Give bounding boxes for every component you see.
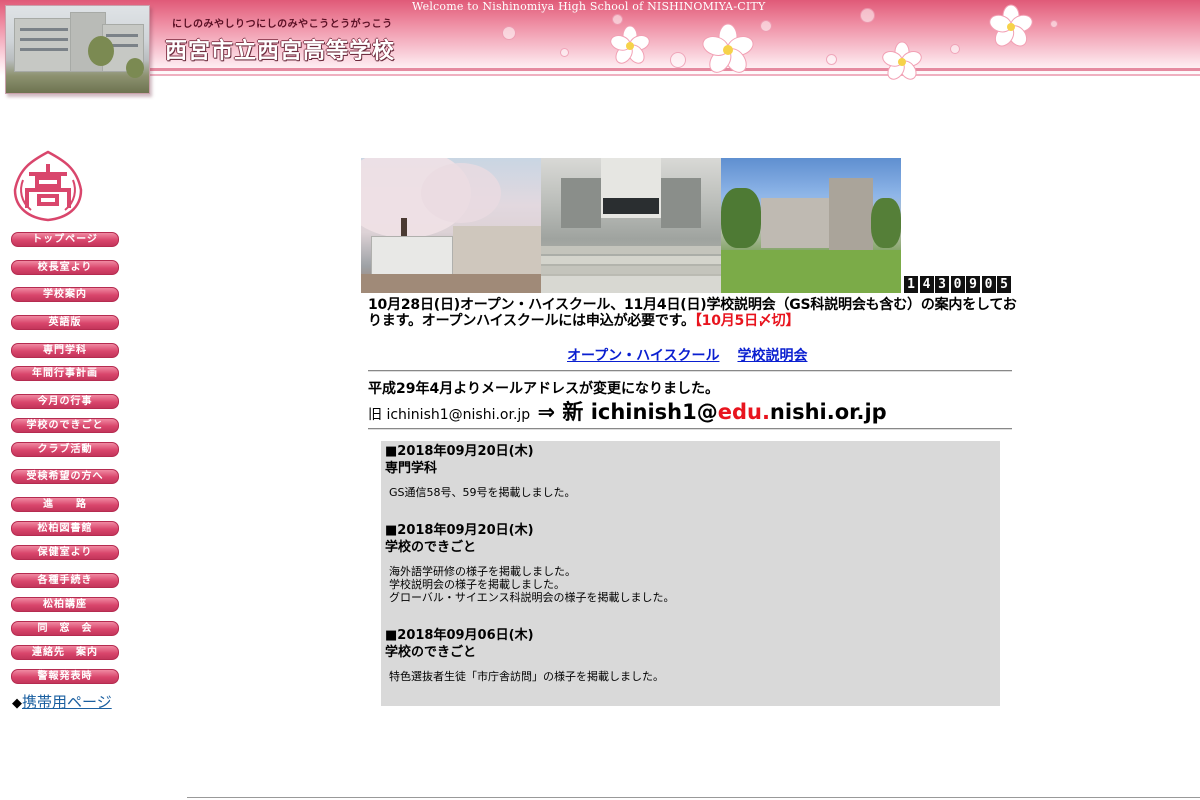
new-email-suffix: nishi.or.jp xyxy=(769,400,887,424)
counter-digit: 4 xyxy=(919,276,934,293)
news-category: 専門学科 xyxy=(385,461,438,476)
new-email-highlight: edu. xyxy=(717,400,770,424)
news-line: 特色選抜者生徒「市庁舎訪問」の様子を掲載しました。 xyxy=(389,670,664,683)
news-panel: ■2018年09月20日(木) 専門学科 GS通信58号、59号を掲載しました。… xyxy=(381,441,1000,706)
visitor-counter: 1 4 3 0 9 0 5 xyxy=(904,276,1013,293)
welcome-text: Welcome to Nishinomiya High School of NI… xyxy=(412,0,766,13)
event-links: オープン・ハイスクール 学校説明会 xyxy=(567,345,825,365)
old-email-prefix: 旧 xyxy=(368,407,387,423)
news-line: グローバル・サイエンス科説明会の様子を掲載しました。 xyxy=(389,591,675,604)
school-name-title: 西宮市立西宮高等学校 xyxy=(165,38,396,64)
nav-monthly-events-button[interactable]: 今月の行事 xyxy=(11,394,119,409)
school-courtyard-photo xyxy=(721,158,901,293)
new-email-prefix: 新 ichinish1@ xyxy=(562,400,718,424)
news-date: ■2018年09月20日(木) xyxy=(385,523,534,538)
nav-principal-button[interactable]: 校長室より xyxy=(11,260,119,275)
decor-bubble xyxy=(502,26,516,40)
cherry-blossom-icon xyxy=(702,23,754,73)
news-date: ■2018年09月06日(木) xyxy=(385,628,534,643)
footer-divider xyxy=(187,797,1200,798)
email-change-notice: 平成29年4月よりメールアドレスが変更になりました。 xyxy=(368,381,719,397)
arrow-icon: ⇒ xyxy=(530,400,563,424)
counter-digit: 5 xyxy=(997,276,1011,293)
nav-annual-events-button[interactable]: 年間行事計画 xyxy=(11,366,119,381)
school-hall-stairs-photo xyxy=(541,158,721,293)
school-name-kana: にしのみやしりつにしのみやこうとうがっこう xyxy=(172,19,393,30)
news-body: GS通信58号、59号を掲載しました。 xyxy=(385,486,985,499)
counter-digit: 1 xyxy=(904,276,918,293)
nav-alumni-button[interactable]: 同 窓 会 xyxy=(11,621,119,636)
news-item: ■2018年09月20日(木) 学校のできごと 海外語学研修の様子を掲載しました… xyxy=(385,522,985,604)
nav-shohaku-lecture-button[interactable]: 松柏講座 xyxy=(11,597,119,612)
nav-contact-button[interactable]: 連絡先 案内 xyxy=(11,645,119,660)
notice-text: 10月28日(日)オープン・ハイスクール、11月4日(日)学校説明会（GS科説明… xyxy=(368,297,1017,329)
diamond-bullet-icon: ◆ xyxy=(12,696,22,711)
cherry-blossom-icon xyxy=(882,41,922,80)
counter-digit: 0 xyxy=(981,276,996,293)
nav-school-guide-button[interactable]: 学校案内 xyxy=(11,287,119,302)
nav-clubs-button[interactable]: クラブ活動 xyxy=(11,442,119,457)
divider xyxy=(368,428,1012,430)
school-emblem-icon xyxy=(13,150,83,222)
cherry-blossom-icon xyxy=(989,4,1033,47)
nav-library-button[interactable]: 松柏図書館 xyxy=(11,521,119,536)
nav-procedures-button[interactable]: 各種手続き xyxy=(11,573,119,588)
school-briefing-link[interactable]: 学校説明会 xyxy=(737,348,807,364)
school-photo-strip xyxy=(361,158,901,293)
news-body: 海外語学研修の様子を掲載しました。 学校説明会の様子を掲載しました。 グローバル… xyxy=(385,565,985,604)
news-body: 特色選抜者生徒「市庁舎訪問」の様子を掲載しました。 xyxy=(385,670,985,683)
counter-digit: 9 xyxy=(966,276,980,293)
header-banner: Welcome to Nishinomiya High School of NI… xyxy=(0,0,1200,100)
decor-bubble xyxy=(670,52,686,68)
nav-school-news-button[interactable]: 学校のできごと xyxy=(11,418,119,433)
decor-bubble xyxy=(760,20,772,32)
news-category: 学校のできごと xyxy=(385,540,477,555)
nav-health-room-button[interactable]: 保健室より xyxy=(11,545,119,560)
divider xyxy=(368,370,1012,372)
news-category: 学校のできごと xyxy=(385,645,477,660)
decor-bubble xyxy=(860,8,875,23)
counter-digit: 0 xyxy=(950,276,965,293)
old-email: ichinish1@nishi.or.jp xyxy=(386,407,531,423)
cherry-blossom-icon xyxy=(610,25,650,64)
open-school-notice: 10月28日(日)オープン・ハイスクール、11月4日(日)学校説明会（GS科説明… xyxy=(368,297,1018,329)
open-high-school-link[interactable]: オープン・ハイスクール xyxy=(567,348,719,364)
cherry-blossom-campus-photo xyxy=(361,158,541,293)
mobile-page-link[interactable]: 携帯用ページ xyxy=(22,693,112,711)
school-building-photo xyxy=(5,5,150,94)
decor-bubble xyxy=(950,44,960,54)
nav-applicants-button[interactable]: 受検希望の方へ xyxy=(11,469,119,484)
banner-stripe xyxy=(150,68,1200,71)
decor-bubble xyxy=(560,48,569,57)
nav-career-button[interactable]: 進 路 xyxy=(11,497,119,512)
notice-deadline: 【10月5日〆切】 xyxy=(694,313,800,329)
news-line: GS通信58号、59号を掲載しました。 xyxy=(389,486,576,499)
nav-specialized-course-button[interactable]: 専門学科 xyxy=(11,343,119,358)
email-change-detail: 旧 ichinish1@nishi.or.jp ⇒ 新 ichinish1@ed… xyxy=(368,396,887,426)
news-date: ■2018年09月20日(木) xyxy=(385,444,534,459)
counter-digit: 3 xyxy=(935,276,949,293)
banner-stripe xyxy=(150,74,1200,76)
nav-english-button[interactable]: 英語版 xyxy=(11,315,119,330)
mobile-page-link-row: ◆携帯用ページ xyxy=(12,691,112,712)
news-item: ■2018年09月06日(木) 学校のできごと 特色選抜者生徒「市庁舎訪問」の様… xyxy=(385,627,985,683)
news-line: 海外語学研修の様子を掲載しました。 xyxy=(389,565,576,578)
decor-bubble xyxy=(826,54,837,65)
decor-bubble xyxy=(1050,20,1058,28)
nav-top-page-button[interactable]: トップページ xyxy=(11,232,119,247)
news-item: ■2018年09月20日(木) 専門学科 GS通信58号、59号を掲載しました。 xyxy=(385,443,985,499)
news-line: 学校説明会の様子を掲載しました。 xyxy=(389,578,565,591)
nav-weather-alert-button[interactable]: 警報発表時 xyxy=(11,669,119,684)
